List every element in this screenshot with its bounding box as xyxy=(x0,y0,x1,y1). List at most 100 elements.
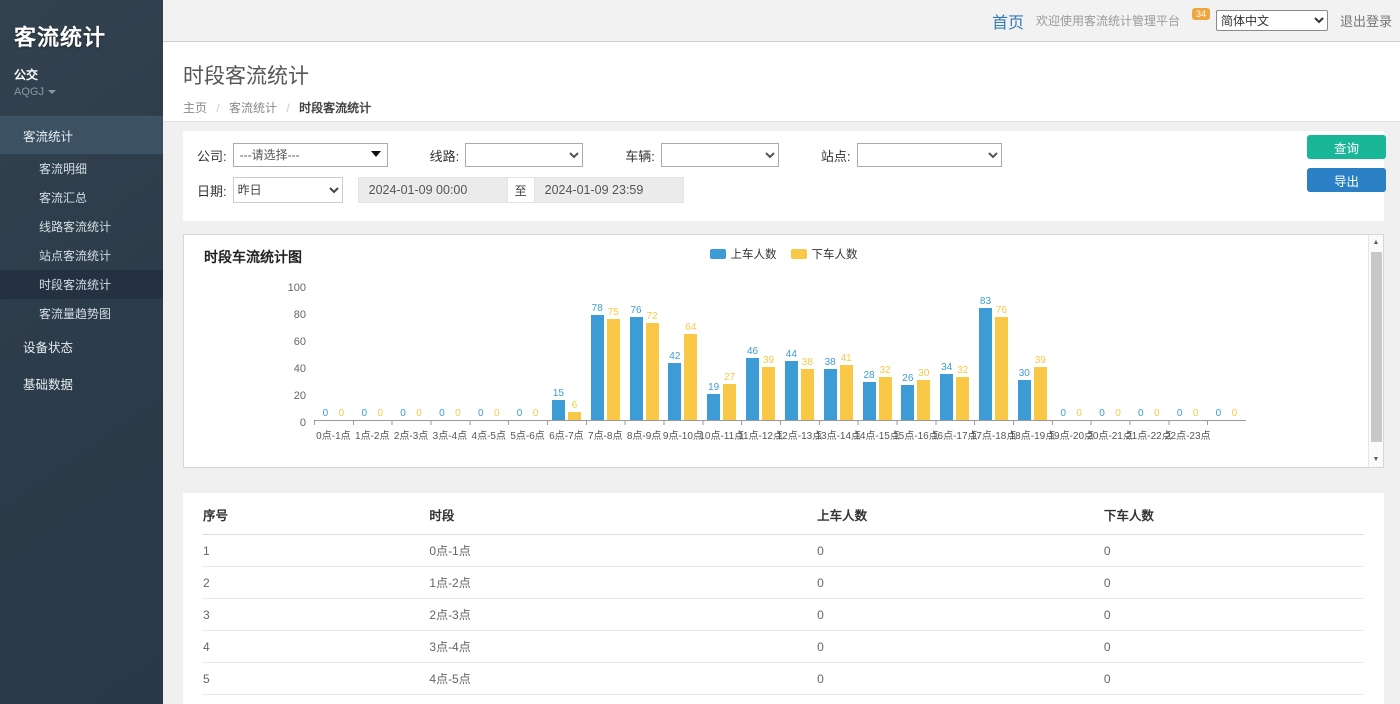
query-button[interactable]: 查询 xyxy=(1307,135,1386,159)
chart-category-group: 4438 xyxy=(780,286,819,420)
table-cell: 0 xyxy=(1104,535,1364,567)
sidebar-item-link[interactable]: 客流量趋势图 xyxy=(0,299,163,328)
x-axis-tick-label: 9点-10点 xyxy=(663,427,703,442)
scrollbar-thumb[interactable] xyxy=(1371,252,1382,442)
bar xyxy=(723,384,736,420)
scroll-down-icon[interactable]: ▼ xyxy=(1369,452,1383,467)
table-cell: 1点-2点 xyxy=(429,567,817,599)
x-axis-tick-label: 3点-4点 xyxy=(433,427,467,442)
chart-category-group: 00 xyxy=(1168,286,1207,420)
chart-category-group: 156 xyxy=(547,286,586,420)
table-column-header: 下车人数 xyxy=(1104,493,1364,535)
sidebar-item-link[interactable]: 时段客流统计 xyxy=(0,270,163,299)
chart-category-group: 3432 xyxy=(935,286,974,420)
bar-value-label: 39 xyxy=(763,355,774,366)
chart-scrollbar[interactable]: ▲ ▼ xyxy=(1368,235,1383,467)
legend-item[interactable]: 下车人数 xyxy=(791,246,858,262)
sidebar-item-link[interactable]: 站点客流统计 xyxy=(0,241,163,270)
sidebar: 客流统计 公交 AQGJ 客流统计客流明细客流汇总线路客流统计站点客流统计时段客… xyxy=(0,0,163,704)
bar-value-label: 0 xyxy=(416,408,422,419)
legend-label: 下车人数 xyxy=(812,246,858,262)
station-label: 站点: xyxy=(821,146,851,165)
date-end-input[interactable] xyxy=(534,177,684,203)
bar-value-label: 0 xyxy=(339,408,345,419)
chart-category-group: 00 xyxy=(1052,286,1091,420)
table-cell: 0 xyxy=(1104,599,1364,631)
notification-badge: 34 xyxy=(1192,8,1210,20)
bar-value-label: 0 xyxy=(323,408,329,419)
bar-value-label: 0 xyxy=(1076,408,1082,419)
vehicle-select[interactable] xyxy=(661,143,779,167)
home-link[interactable]: 首页 xyxy=(992,9,1024,33)
x-axis-tick-label: 8点-9点 xyxy=(627,427,661,442)
sidebar-item-section[interactable]: 客流统计 xyxy=(0,116,163,154)
line-select[interactable] xyxy=(465,143,583,167)
breadcrumb-section[interactable]: 客流统计 xyxy=(229,101,277,115)
scroll-up-icon[interactable]: ▲ xyxy=(1369,235,1383,250)
legend-swatch-icon xyxy=(710,249,726,259)
bar xyxy=(707,394,720,420)
org-selector[interactable]: AQGJ xyxy=(14,86,149,98)
chart-category-group: 00 xyxy=(353,286,392,420)
x-axis-tick-label: 1点-2点 xyxy=(355,427,389,442)
y-axis-tick-label: 80 xyxy=(294,309,306,321)
chart-category-group: 2832 xyxy=(858,286,897,420)
bar xyxy=(668,363,681,420)
welcome-text: 欢迎使用客流统计管理平台 xyxy=(1036,12,1180,29)
app-logo: 客流统计 xyxy=(14,20,149,52)
chart-category-group: 3039 xyxy=(1013,286,1052,420)
station-select[interactable] xyxy=(857,143,1002,167)
sidebar-item-section[interactable]: 基础数据 xyxy=(0,365,163,402)
bar xyxy=(746,358,759,420)
x-axis-tick-label: 0点-1点 xyxy=(316,427,350,442)
bar xyxy=(840,365,853,420)
sidebar-item-link[interactable]: 线路客流统计 xyxy=(0,212,163,241)
table-cell: 0点-1点 xyxy=(429,535,817,567)
bar-value-label: 0 xyxy=(494,408,500,419)
bar xyxy=(607,319,620,420)
sidebar-item-link[interactable]: 客流汇总 xyxy=(0,183,163,212)
bar-value-label: 0 xyxy=(455,408,461,419)
chart-category-group: 00 xyxy=(469,286,508,420)
chart-x-axis-labels: 0点-1点1点-2点2点-3点3点-4点4点-5点5点-6点6点-7点7点-8点… xyxy=(314,427,1246,442)
table-column-header: 序号 xyxy=(203,493,429,535)
bar-value-label: 75 xyxy=(608,307,619,318)
table-column-header: 时段 xyxy=(429,493,817,535)
breadcrumb-home[interactable]: 主页 xyxy=(183,101,207,115)
chart-category-group: 00 xyxy=(392,286,431,420)
logout-link[interactable]: 退出登录 xyxy=(1340,11,1392,30)
page-title: 时段客流统计 xyxy=(183,60,1380,90)
language-select[interactable]: 简体中文 xyxy=(1216,10,1328,31)
table-row: 10点-1点00 xyxy=(203,535,1364,567)
chart-category-group: 00 xyxy=(1091,286,1130,420)
bar-value-label: 26 xyxy=(902,373,913,384)
bar-value-label: 0 xyxy=(1177,408,1183,419)
table-header-row: 序号时段上车人数下车人数 xyxy=(203,493,1364,535)
bar-value-label: 19 xyxy=(708,382,719,393)
bar xyxy=(979,308,992,420)
bar-value-label: 38 xyxy=(802,357,813,368)
chart-category-group: 00 xyxy=(1207,286,1246,420)
bar-value-label: 28 xyxy=(863,370,874,381)
company-select[interactable]: ---请选择--- xyxy=(233,143,388,167)
bar xyxy=(824,369,837,420)
legend-item[interactable]: 上车人数 xyxy=(710,246,777,262)
export-button[interactable]: 导出 xyxy=(1307,168,1386,192)
chart-category-group: 2630 xyxy=(896,286,935,420)
bar-value-label: 32 xyxy=(957,365,968,376)
date-start-input[interactable] xyxy=(358,177,508,203)
sidebar-item-section[interactable]: 设备状态 xyxy=(0,328,163,365)
bar-value-label: 83 xyxy=(980,296,991,307)
bar xyxy=(684,334,697,420)
bar-value-label: 38 xyxy=(825,357,836,368)
chart-panel: 时段车流统计图 上车人数下车人数 020406080100 0000000000… xyxy=(183,234,1384,468)
bar-value-label: 0 xyxy=(1216,408,1222,419)
chart-category-group: 1927 xyxy=(702,286,741,420)
breadcrumb-current: 时段客流统计 xyxy=(299,101,371,115)
y-axis-tick-label: 20 xyxy=(294,390,306,402)
date-preset-select[interactable]: 昨日 xyxy=(233,177,343,203)
table-cell: 0 xyxy=(1104,695,1364,704)
bar xyxy=(785,361,798,420)
bar-value-label: 46 xyxy=(747,346,758,357)
sidebar-item-link[interactable]: 客流明细 xyxy=(0,154,163,183)
